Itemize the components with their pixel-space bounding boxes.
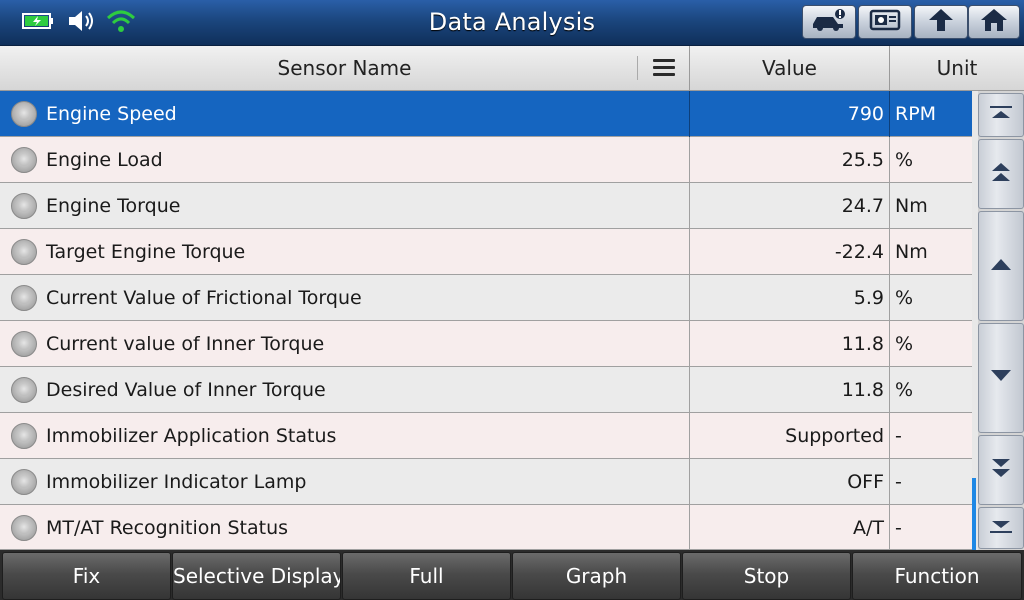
sensor-unit: -	[895, 517, 902, 539]
sensor-unit: %	[895, 333, 914, 355]
scroll-down-button[interactable]	[978, 323, 1024, 433]
function-button[interactable]: Function	[852, 552, 1022, 600]
scroll-to-top-icon	[988, 103, 1014, 127]
sensor-name: Immobilizer Application Status	[46, 425, 337, 447]
double-chevron-down-icon	[988, 455, 1014, 485]
double-chevron-up-icon	[988, 159, 1014, 189]
select-radio[interactable]	[11, 423, 37, 449]
select-radio[interactable]	[11, 331, 37, 357]
sensor-name: Current value of Inner Torque	[46, 333, 325, 355]
table-row[interactable]: Immobilizer Application Status Supported…	[0, 413, 972, 459]
sensor-unit: Nm	[895, 241, 928, 263]
sensor-unit: RPM	[895, 103, 937, 125]
sensor-unit: %	[895, 287, 914, 309]
sensor-name: Target Engine Torque	[46, 241, 246, 263]
sensor-value: 5.9	[853, 287, 884, 309]
chevron-up-icon	[988, 255, 1014, 277]
sensor-name: Desired Value of Inner Torque	[46, 379, 326, 401]
vehicle-info-icon	[809, 8, 849, 36]
sensor-unit: %	[895, 379, 914, 401]
scroll-top-button[interactable]	[978, 93, 1024, 137]
chevron-down-icon	[988, 367, 1014, 389]
sensor-unit: -	[895, 425, 902, 447]
sensor-name: Engine Load	[46, 149, 163, 171]
home-icon	[979, 7, 1009, 37]
sensor-name: Immobilizer Indicator Lamp	[46, 471, 307, 493]
select-radio[interactable]	[11, 193, 37, 219]
sensor-unit: %	[895, 149, 914, 171]
select-radio[interactable]	[11, 377, 37, 403]
screenshot-icon	[868, 8, 902, 36]
table-row[interactable]: Engine Load 25.5 %	[0, 137, 972, 183]
title-bar: Data Analysis	[0, 0, 1024, 46]
stop-button[interactable]: Stop	[682, 552, 851, 600]
sensor-value: -22.4	[834, 241, 884, 263]
sensor-table: Engine Speed 790 RPM Engine Load 25.5 % …	[0, 91, 972, 551]
sensor-value: 25.5	[841, 149, 884, 171]
vehicle-info-button[interactable]	[802, 5, 856, 39]
back-icon	[926, 7, 956, 37]
header-divider	[637, 56, 638, 80]
full-button[interactable]: Full	[342, 552, 511, 600]
table-row[interactable]: Current Value of Frictional Torque 5.9 %	[0, 275, 972, 321]
table-header: Sensor Name Value Unit	[0, 46, 1024, 91]
page-up-button[interactable]	[978, 139, 1024, 209]
sensor-value: 11.8	[841, 333, 884, 355]
table-row[interactable]: Current value of Inner Torque 11.8 %	[0, 321, 972, 367]
table-row[interactable]: Desired Value of Inner Torque 11.8 %	[0, 367, 972, 413]
screenshot-button[interactable]	[858, 5, 912, 39]
sensor-name: MT/AT Recognition Status	[46, 517, 289, 539]
menu-icon[interactable]	[653, 59, 675, 77]
select-radio[interactable]	[11, 101, 37, 127]
scroll-controls	[978, 91, 1024, 550]
select-radio[interactable]	[11, 239, 37, 265]
sensor-value: A/T	[852, 517, 884, 539]
back-button[interactable]	[914, 5, 968, 39]
table-row[interactable]: Target Engine Torque -22.4 Nm	[0, 229, 972, 275]
sensor-name: Engine Speed	[46, 103, 177, 125]
sensor-name: Current Value of Frictional Torque	[46, 287, 362, 309]
function-bar: Fix Selective Display Full Graph Stop Fu…	[0, 550, 1024, 600]
fix-button[interactable]: Fix	[2, 552, 171, 600]
scroll-up-button[interactable]	[978, 211, 1024, 321]
table-row[interactable]: Immobilizer Indicator Lamp OFF -	[0, 459, 972, 505]
select-radio[interactable]	[11, 469, 37, 495]
select-radio[interactable]	[11, 285, 37, 311]
sensor-name: Engine Torque	[46, 195, 181, 217]
scroll-bottom-button[interactable]	[978, 507, 1024, 549]
select-radio[interactable]	[11, 515, 37, 541]
sensor-value: Supported	[785, 425, 884, 447]
table-row[interactable]: Engine Speed 790 RPM	[0, 91, 972, 137]
unit-header: Unit	[936, 56, 978, 80]
value-header: Value	[762, 56, 817, 80]
sensor-value: OFF	[847, 471, 884, 493]
sensor-value: 790	[847, 103, 884, 125]
home-button[interactable]	[968, 5, 1020, 39]
sensor-value: 11.8	[841, 379, 884, 401]
select-radio[interactable]	[11, 147, 37, 173]
sensor-unit: Nm	[895, 195, 928, 217]
table-row[interactable]: MT/AT Recognition Status A/T -	[0, 505, 972, 551]
scrollbar-thumb[interactable]	[972, 478, 976, 550]
scroll-to-bottom-icon	[988, 516, 1014, 540]
sensor-unit: -	[895, 471, 902, 493]
table-row[interactable]: Engine Torque 24.7 Nm	[0, 183, 972, 229]
graph-button[interactable]: Graph	[512, 552, 681, 600]
sensor-name-header[interactable]: Sensor Name	[0, 46, 689, 91]
sensor-value: 24.7	[841, 195, 884, 217]
page-down-button[interactable]	[978, 435, 1024, 505]
selective-display-button[interactable]: Selective Display	[172, 552, 341, 600]
